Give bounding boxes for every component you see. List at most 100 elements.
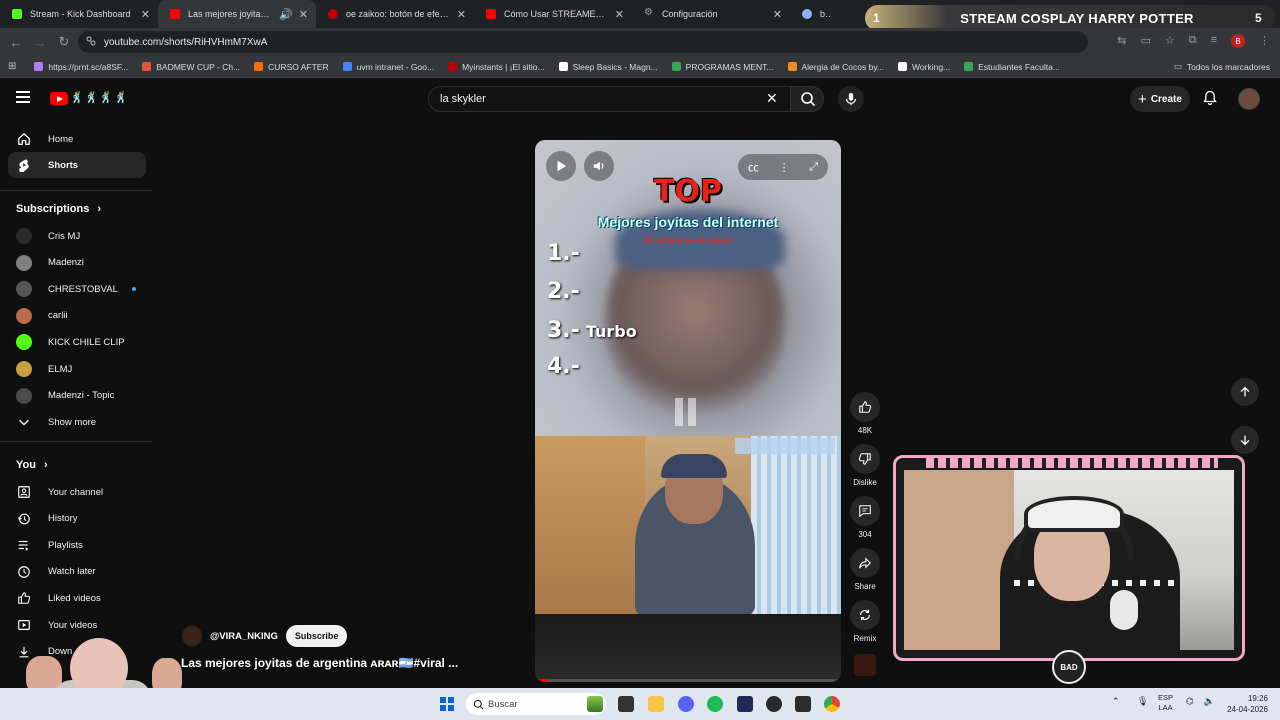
browser-tab[interactable]: ⚙ Configuración ✕: [632, 0, 790, 28]
browser-tab[interactable]: Stream - Kick Dashboard ✕: [0, 0, 158, 28]
taskbar-search[interactable]: Buscar: [466, 693, 606, 715]
sidebar-item-history[interactable]: History: [8, 506, 146, 532]
chrome-menu-icon[interactable]: ⋮: [1259, 34, 1270, 48]
sidebar-item-subscription[interactable]: Madenzi: [8, 250, 146, 276]
bookmark-item[interactable]: uvm intranet - Goo...: [342, 62, 434, 72]
bookmark-item[interactable]: CURSO AFTER: [254, 62, 329, 72]
tab-close-icon[interactable]: ✕: [615, 8, 624, 21]
forward-icon[interactable]: →: [28, 35, 52, 50]
fullscreen-icon[interactable]: ⤢: [809, 161, 818, 174]
previous-short-button[interactable]: [1231, 378, 1259, 406]
tab-close-icon[interactable]: ✕: [773, 8, 782, 21]
streamerbot-icon[interactable]: [737, 696, 753, 712]
sidebar-item-liked-videos[interactable]: Liked videos: [8, 585, 146, 611]
menu-icon[interactable]: [16, 91, 30, 106]
bookmark-item[interactable]: Alergia de Cocos by...: [787, 62, 884, 72]
tray-chevron-icon[interactable]: ⌃: [1112, 696, 1120, 707]
discord-icon[interactable]: [678, 696, 694, 712]
sidebar-item-subscription[interactable]: Cris MJ: [8, 223, 146, 249]
sidebar-item-subscription[interactable]: Madenzi - Topic: [8, 383, 146, 409]
sidebar-item-subscription[interactable]: carlii: [8, 303, 146, 329]
progress-bar[interactable]: [535, 679, 841, 682]
voice-search-button[interactable]: [838, 86, 864, 112]
windows-start-icon[interactable]: [440, 697, 454, 711]
tab-close-icon[interactable]: ✕: [141, 8, 150, 21]
shorts-player[interactable]: TOP Mejores joyitas del internet (El ult…: [535, 140, 841, 682]
apps-grid-icon[interactable]: ⊞: [8, 61, 16, 72]
sidebar-item-your-channel[interactable]: Your channel: [8, 479, 146, 505]
sidebar-item-subscription[interactable]: ELMJ: [8, 356, 146, 382]
sidebar-item-subscription[interactable]: KICK CHILE CLIP: [8, 329, 146, 355]
like-button[interactable]: 48K: [850, 392, 880, 435]
profile-avatar[interactable]: B: [1231, 34, 1245, 48]
volume-button[interactable]: [584, 151, 614, 181]
volume-icon[interactable]: 🔈: [1204, 696, 1215, 707]
share-button[interactable]: Share: [850, 548, 880, 591]
play-button[interactable]: [546, 151, 576, 181]
microphone-icon[interactable]: 🎙: [1137, 696, 1148, 707]
chrome-icon[interactable]: [824, 696, 840, 712]
browser-tab-active[interactable]: Las mejores joyitas de arge 🔊 ✕: [158, 0, 316, 28]
clear-search-icon[interactable]: ✕: [766, 90, 778, 107]
bookmark-item[interactable]: Sleep Basics - Magn...: [558, 62, 658, 72]
bookmark-item[interactable]: https://prnt.sc/a8SF...: [34, 62, 128, 72]
bookmark-item[interactable]: Myinstants | ¡El sitio...: [448, 62, 545, 72]
widget-icon[interactable]: [587, 696, 603, 712]
network-icon[interactable]: ⌬: [1186, 696, 1194, 707]
speaker-icon[interactable]: 🔊: [279, 8, 293, 21]
tab-close-icon[interactable]: ✕: [457, 8, 466, 21]
extensions-icon[interactable]: ⧉: [1189, 34, 1197, 48]
media-icon[interactable]: ≡: [1211, 34, 1217, 48]
dislike-button[interactable]: Dislike: [850, 444, 880, 487]
bookmark-item[interactable]: Working...: [898, 62, 950, 72]
webcam-cap-image: [1024, 496, 1124, 532]
reload-icon[interactable]: ↻: [52, 34, 76, 50]
remix-button[interactable]: Remix: [850, 600, 880, 643]
site-info-icon[interactable]: [86, 36, 96, 46]
captions-icon[interactable]: ㏄: [748, 159, 759, 175]
translate-icon[interactable]: ⇆: [1117, 34, 1126, 48]
sidebar-item-shorts[interactable]: Shorts: [8, 152, 146, 178]
notifications-bell-icon[interactable]: [1202, 90, 1218, 106]
youtube-logo-icon[interactable]: [50, 92, 68, 105]
account-avatar[interactable]: [1238, 88, 1260, 110]
obs-icon[interactable]: [766, 696, 782, 712]
bookmark-item[interactable]: Estudiantes Faculta...: [964, 62, 1060, 72]
you-heading[interactable]: You ›: [16, 459, 48, 471]
browser-tab[interactable]: blasto: [790, 0, 840, 28]
back-icon[interactable]: ←: [4, 35, 28, 50]
chevron-right-icon: ›: [43, 459, 48, 471]
browser-tab[interactable]: Cómo Usar STREAMERBOT Des ✕: [474, 0, 632, 28]
sidebar-item-playlists[interactable]: Playlists: [8, 532, 146, 558]
next-short-button[interactable]: [1231, 426, 1259, 454]
search-input[interactable]: la skykler: [428, 86, 792, 112]
browser-tab[interactable]: oe zaikoo: botón de efectos de ✕: [316, 0, 474, 28]
short-channel-name[interactable]: @VIRA_NKING: [210, 631, 278, 642]
search-button[interactable]: [790, 86, 824, 112]
file-explorer-icon[interactable]: [648, 696, 664, 712]
short-channel-avatar[interactable]: [182, 626, 202, 646]
task-view-icon[interactable]: [618, 696, 634, 712]
app-icon[interactable]: [795, 696, 811, 712]
bookmark-star-icon[interactable]: ☆: [1165, 34, 1175, 48]
more-options-icon[interactable]: ⋮: [779, 161, 790, 174]
bookmark-item[interactable]: PROGRAMAS MENT...: [671, 62, 774, 72]
clock[interactable]: 19:26 24-04-2026: [1222, 693, 1268, 715]
subscribe-button[interactable]: Subscribe: [285, 625, 348, 647]
create-button[interactable]: + Create: [1130, 86, 1190, 112]
sidebar-item-watch-later[interactable]: Watch later: [8, 559, 146, 585]
cast-icon[interactable]: ▭: [1140, 34, 1150, 48]
all-bookmarks[interactable]: ▭ Todos los marcadores: [1174, 61, 1270, 72]
sidebar-item-home[interactable]: Home: [8, 126, 146, 152]
bookmark-item[interactable]: BADMEW CUP - Ch...: [142, 62, 240, 72]
url-field[interactable]: youtube.com/shorts/RiHVHmM7XwA: [78, 31, 1088, 53]
sidebar-item-subscription[interactable]: CHRESTOBVAL: [8, 276, 146, 302]
sidebar-item-label: Watch later: [48, 566, 96, 578]
subscriptions-heading[interactable]: Subscriptions ›: [16, 203, 101, 215]
spotify-icon[interactable]: [707, 696, 723, 712]
show-more-button[interactable]: Show more: [8, 409, 146, 435]
tab-close-icon[interactable]: ✕: [299, 8, 308, 21]
channel-avatar[interactable]: [854, 654, 876, 676]
language-indicator[interactable]: ESP LAA: [1158, 693, 1173, 713]
comments-button[interactable]: 304: [850, 496, 880, 539]
